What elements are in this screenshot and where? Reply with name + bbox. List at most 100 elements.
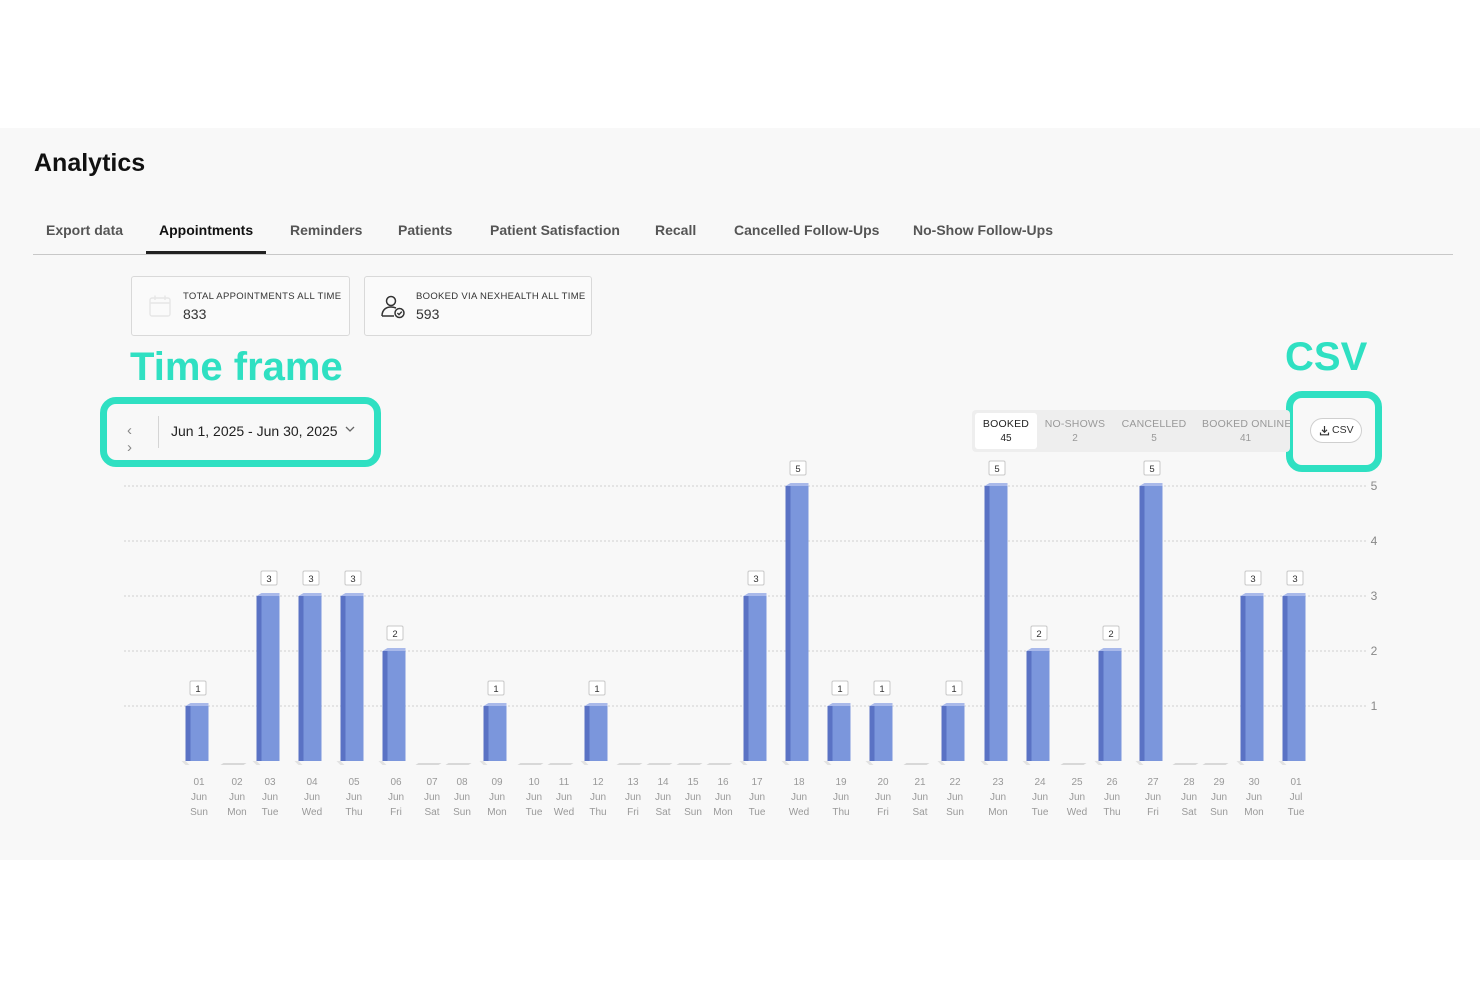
x-tick-label: 19 (835, 777, 847, 788)
bar-empty (616, 763, 643, 765)
x-tick-label: Wed (302, 807, 322, 818)
date-range-picker[interactable]: Jun 1, 2025 - Jun 30, 2025 (171, 423, 338, 439)
bar-side (1026, 651, 1032, 761)
x-tick-label: 14 (657, 777, 669, 788)
bar-top (1282, 593, 1306, 596)
data-label: 3 (753, 574, 758, 585)
prev-next-arrows-icon[interactable]: ‹ › (127, 422, 133, 456)
csv-download-button[interactable]: CSV (1310, 418, 1362, 443)
x-tick-label: Jun (191, 792, 207, 803)
tab-recall[interactable]: Recall (655, 208, 696, 253)
x-tick-label: Tue (1288, 807, 1305, 818)
bar (832, 706, 851, 761)
x-tick-label: Jul (1290, 792, 1303, 803)
metric-tab-no-shows[interactable]: NO-SHOWS 2 (1039, 413, 1111, 449)
x-tick-label: 02 (231, 777, 243, 788)
data-label: 3 (1292, 574, 1297, 585)
tab-appointments[interactable]: Appointments (146, 208, 267, 254)
bar-empty (445, 763, 472, 765)
x-tick-label: 08 (456, 777, 468, 788)
x-tick-label: 22 (949, 777, 961, 788)
bar-shadow (1022, 761, 1031, 765)
bar-shadow (479, 761, 488, 765)
tab-patient-satisfaction[interactable]: Patient Satisfaction (490, 208, 620, 253)
bar (303, 596, 322, 761)
x-tick-label: Mon (487, 807, 506, 818)
tab-cancelled-follow-ups[interactable]: Cancelled Follow-Ups (734, 208, 879, 253)
x-tick-label: Jun (489, 792, 505, 803)
bar (874, 706, 893, 761)
bar-top (1240, 593, 1264, 596)
metric-count: 41 (1240, 433, 1252, 444)
tab-patients[interactable]: Patients (398, 208, 452, 253)
bar-shadow (336, 761, 345, 765)
bar-top (869, 703, 893, 706)
bar-shadow (181, 761, 190, 765)
stat-card-total-appointments: TOTAL APPOINTMENTS ALL TIME 833 (131, 276, 350, 336)
chevron-down-icon[interactable] (344, 423, 356, 435)
tab-reminders[interactable]: Reminders (290, 208, 362, 253)
x-tick-label: Jun (526, 792, 542, 803)
bar-shadow (980, 761, 989, 765)
bar-side (743, 596, 749, 761)
bar-top (827, 703, 851, 706)
x-tick-label: Tue (262, 807, 279, 818)
data-label: 1 (951, 684, 956, 695)
bar (1144, 486, 1163, 761)
x-tick-label: 15 (687, 777, 699, 788)
bar-top (298, 593, 322, 596)
x-tick-label: Sun (453, 807, 471, 818)
bar-side (483, 706, 489, 761)
x-tick-label: 23 (992, 777, 1004, 788)
bar (190, 706, 209, 761)
x-tick-label: 01 (193, 777, 205, 788)
bar (1245, 596, 1264, 761)
stat-value: 833 (183, 306, 207, 322)
page-title: Analytics (34, 149, 146, 177)
data-label: 2 (392, 629, 397, 640)
y-tick-label: 2 (1371, 644, 1378, 658)
x-tick-label: 04 (306, 777, 318, 788)
x-tick-label: 30 (1248, 777, 1260, 788)
x-tick-label: Jun (1181, 792, 1197, 803)
bar-shadow (252, 761, 261, 765)
data-label: 1 (493, 684, 498, 695)
x-tick-label: 28 (1183, 777, 1195, 788)
y-tick-label: 4 (1371, 534, 1378, 548)
bar-top (1098, 648, 1122, 651)
metric-tab-booked-online[interactable]: BOOKED ONLINE 41 (1198, 413, 1290, 449)
x-tick-label: Mon (713, 807, 732, 818)
x-tick-label: Jun (346, 792, 362, 803)
tab-export-data[interactable]: Export data (46, 208, 123, 253)
metric-tab-cancelled[interactable]: CANCELLED 5 (1116, 413, 1192, 449)
stat-card-booked-via-nexhealth: BOOKED VIA NEXHEALTH ALL TIME 593 (364, 276, 592, 336)
x-tick-label: 26 (1106, 777, 1118, 788)
data-label: 2 (1108, 629, 1113, 640)
time-frame-annotation-label: Time frame (130, 345, 343, 389)
bar-side (256, 596, 262, 761)
x-tick-label: Jun (990, 792, 1006, 803)
bar (345, 596, 364, 761)
bar-shadow (1135, 761, 1144, 765)
x-tick-label: 12 (592, 777, 604, 788)
data-label: 5 (795, 464, 800, 475)
bar-side (1240, 596, 1246, 761)
metric-count: 45 (1000, 433, 1012, 444)
x-tick-label: Thu (1103, 807, 1120, 818)
x-tick-label: Fri (877, 807, 889, 818)
bar-empty (903, 763, 930, 765)
bar (1031, 651, 1050, 761)
data-label: 3 (308, 574, 313, 585)
tab-no-show-follow-ups[interactable]: No-Show Follow-Ups (913, 208, 1053, 253)
bar-shadow (580, 761, 589, 765)
metric-tab-booked[interactable]: BOOKED 45 (975, 413, 1037, 449)
data-label: 1 (837, 684, 842, 695)
bar-top (584, 703, 608, 706)
x-tick-label: Jun (912, 792, 928, 803)
x-tick-label: Sun (1210, 807, 1228, 818)
bar-top (340, 593, 364, 596)
metric-label: NO-SHOWS (1044, 418, 1106, 430)
bar-side (984, 486, 990, 761)
x-tick-label: Jun (749, 792, 765, 803)
metric-label: BOOKED (982, 418, 1030, 430)
